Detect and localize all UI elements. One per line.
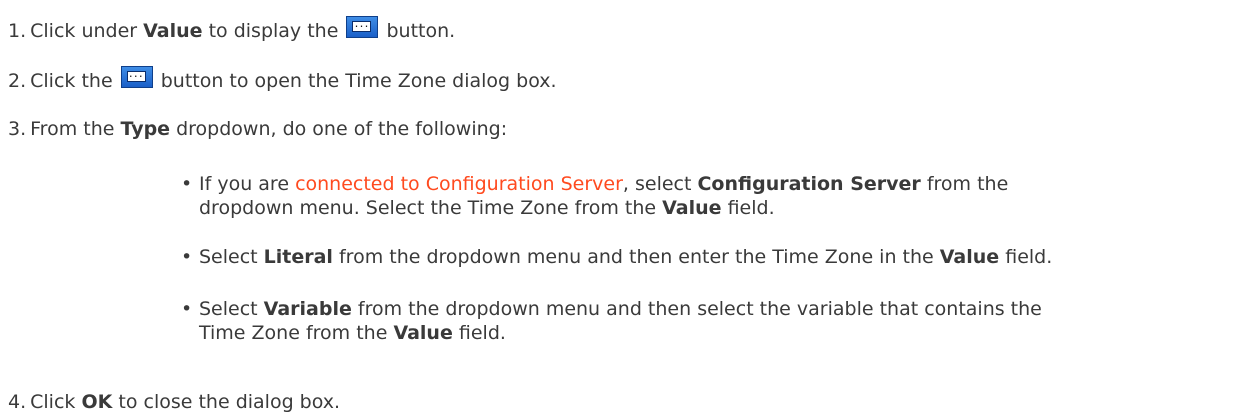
- step-1: 1.Click under Value to display the .... …: [8, 16, 455, 42]
- bullet-bold: Value: [662, 197, 722, 219]
- step-number: 3.: [8, 118, 27, 140]
- bullet-icon: •: [181, 246, 193, 268]
- list-item: • If you are connected to Configuration S…: [181, 172, 1008, 220]
- step-text: Click the: [30, 70, 119, 92]
- bullet-bold: Variable: [263, 298, 352, 320]
- step-2: 2.Click the .... button to open the Time…: [8, 66, 557, 92]
- step-bold-ok: OK: [81, 391, 113, 413]
- bullet-continuation: Time Zone from the Value field.: [181, 321, 1042, 345]
- list-item: • Select Literal from the dropdown menu a…: [181, 245, 1052, 269]
- bullet-bold: Configuration Server: [697, 173, 921, 195]
- ellipsis-button-icon: ....: [346, 16, 379, 38]
- bullet-text: If you are: [199, 173, 296, 195]
- step-number: 1.: [8, 20, 27, 42]
- step-4: 4. Click OK to close the dialog box.: [8, 391, 340, 413]
- step-text: From the: [30, 118, 121, 140]
- bullet-text: field.: [721, 197, 775, 219]
- bullet-bold: Value: [939, 246, 1000, 268]
- step-text: Click: [30, 391, 82, 413]
- bullet-text: field.: [999, 246, 1053, 268]
- step-text: button to open the Time Zone dialog box.: [154, 70, 557, 92]
- step-text: to display the: [202, 20, 345, 42]
- bullet-icon: •: [181, 173, 193, 195]
- bullet-text: Select: [199, 298, 264, 320]
- step-number: 4.: [8, 391, 27, 413]
- bullet-text: from the dropdown menu and then select t…: [351, 298, 1042, 320]
- step-text: Click under: [30, 20, 144, 42]
- bullet-continuation: dropdown menu. Select the Time Zone from…: [181, 196, 1008, 220]
- step-3: 3. From the Type dropdown, do one of the …: [8, 118, 507, 140]
- list-item: • Select Variable from the dropdown menu …: [181, 297, 1042, 345]
- bullet-icon: •: [181, 298, 193, 320]
- bullet-bold: Value: [393, 322, 453, 344]
- ellipsis-button-icon: ....: [120, 66, 153, 88]
- bullet-text: from the dropdown menu and then enter th…: [332, 246, 940, 268]
- step-text: to close the dialog box.: [112, 391, 341, 413]
- step-number: 2.: [8, 70, 27, 92]
- bullet-text: from the: [920, 173, 1009, 195]
- config-server-link[interactable]: connected to Configuration Server: [295, 173, 623, 195]
- step-text: button.: [380, 20, 456, 42]
- step-bold-type: Type: [120, 118, 171, 140]
- bullet-text: field.: [452, 322, 506, 344]
- bullet-text: , select: [622, 173, 698, 195]
- step-bold-value: Value: [143, 20, 203, 42]
- bullet-bold: Literal: [263, 246, 333, 268]
- step-text: dropdown, do one of the following:: [170, 118, 508, 140]
- bullet-text: dropdown menu. Select the Time Zone from…: [199, 197, 663, 219]
- bullet-text: Time Zone from the: [199, 322, 394, 344]
- bullet-text: Select: [199, 246, 264, 268]
